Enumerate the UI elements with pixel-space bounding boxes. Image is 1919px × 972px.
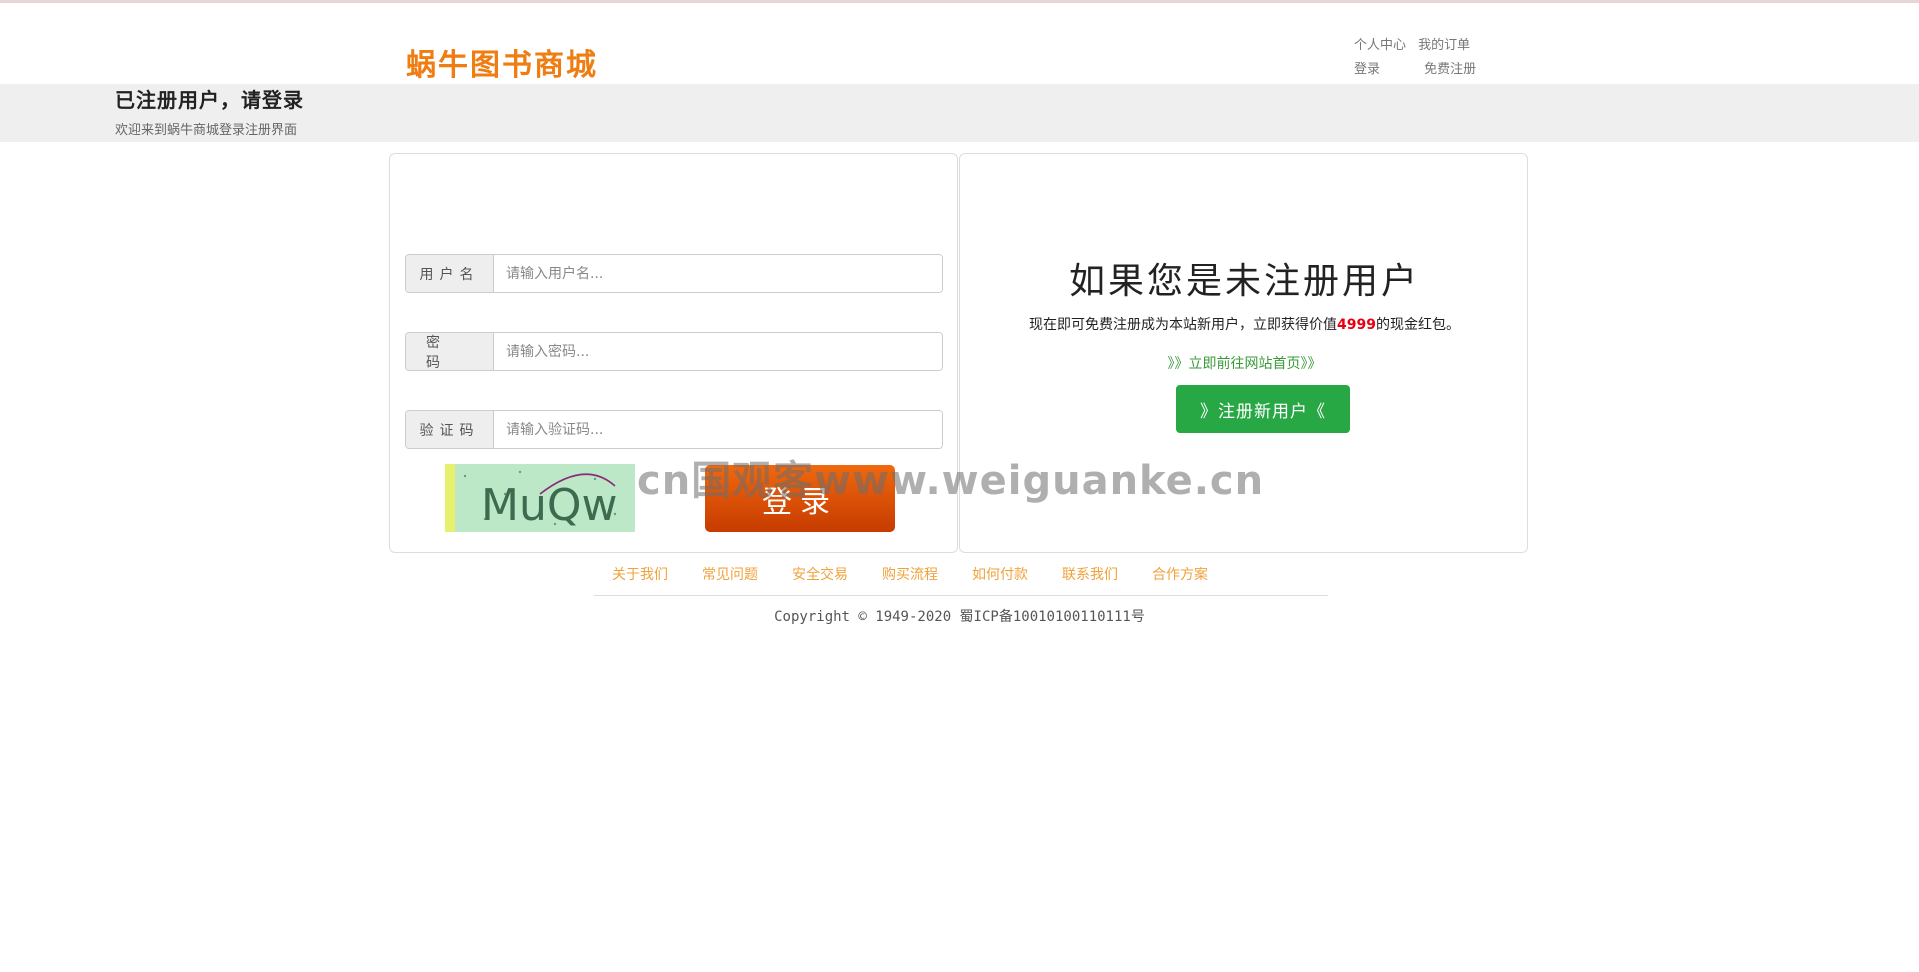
footer-link-about[interactable]: 关于我们	[612, 564, 668, 584]
site-logo[interactable]: 蜗牛图书商城	[406, 40, 598, 84]
footer-link-security[interactable]: 安全交易	[792, 564, 848, 584]
footer-divider	[594, 595, 1328, 596]
login-panel: 用户名 密码 验证码 MuQw 登录	[389, 153, 958, 553]
top-links: 个人中心 我的订单 登录 免费注册	[1354, 34, 1476, 82]
promo-text: 现在即可免费注册成为本站新用户，立即获得价值4999的现金红包。	[960, 314, 1529, 334]
promo-amount: 4999	[1337, 317, 1376, 333]
free-register-link[interactable]: 免费注册	[1424, 62, 1476, 77]
footer-link-process[interactable]: 购买流程	[882, 564, 938, 584]
promo-text-after: 的现金红包。	[1375, 317, 1460, 333]
login-button[interactable]: 登录	[705, 465, 895, 532]
captcha-label: 验证码	[406, 411, 494, 448]
captcha-text: MuQw	[481, 480, 617, 531]
page-title: 已注册用户，请登录	[115, 88, 304, 112]
captcha-field: 验证码	[405, 410, 943, 449]
my-orders-link[interactable]: 我的订单	[1418, 38, 1470, 53]
password-field: 密码	[405, 332, 943, 371]
promo-text-before: 现在即可免费注册成为本站新用户，立即获得价值	[1029, 317, 1338, 333]
password-input[interactable]	[494, 333, 942, 370]
personal-center-link[interactable]: 个人中心	[1354, 38, 1406, 53]
footer-link-faq[interactable]: 常见问题	[702, 564, 758, 584]
captcha-graphic: MuQw	[445, 464, 635, 532]
captcha-image[interactable]: MuQw	[445, 464, 635, 532]
copyright: Copyright © 1949-2020 蜀ICP备1001010011011…	[774, 609, 1145, 625]
username-label: 用户名	[406, 255, 494, 292]
page-subtitle: 欢迎来到蜗牛商城登录注册界面	[115, 123, 298, 138]
register-panel: 如果您是未注册用户 现在即可免费注册成为本站新用户，立即获得价值4999的现金红…	[959, 153, 1528, 553]
footer-nav: 关于我们 常见问题 安全交易 购买流程 如何付款 联系我们 合作方案	[612, 564, 1302, 584]
password-label: 密码	[406, 333, 494, 370]
footer-link-payment[interactable]: 如何付款	[972, 564, 1028, 584]
captcha-input[interactable]	[494, 411, 942, 448]
login-link[interactable]: 登录	[1354, 62, 1380, 77]
footer-link-contact[interactable]: 联系我们	[1062, 564, 1118, 584]
username-input[interactable]	[494, 255, 942, 292]
home-page-link[interactable]: 》》立即前往网站首页》》	[960, 353, 1529, 373]
top-border	[0, 0, 1919, 3]
promo-title: 如果您是未注册用户	[1068, 261, 1420, 302]
register-button[interactable]: 》注册新用户《	[1176, 385, 1350, 433]
username-field: 用户名	[405, 254, 943, 293]
footer-link-cooperation[interactable]: 合作方案	[1152, 564, 1208, 584]
